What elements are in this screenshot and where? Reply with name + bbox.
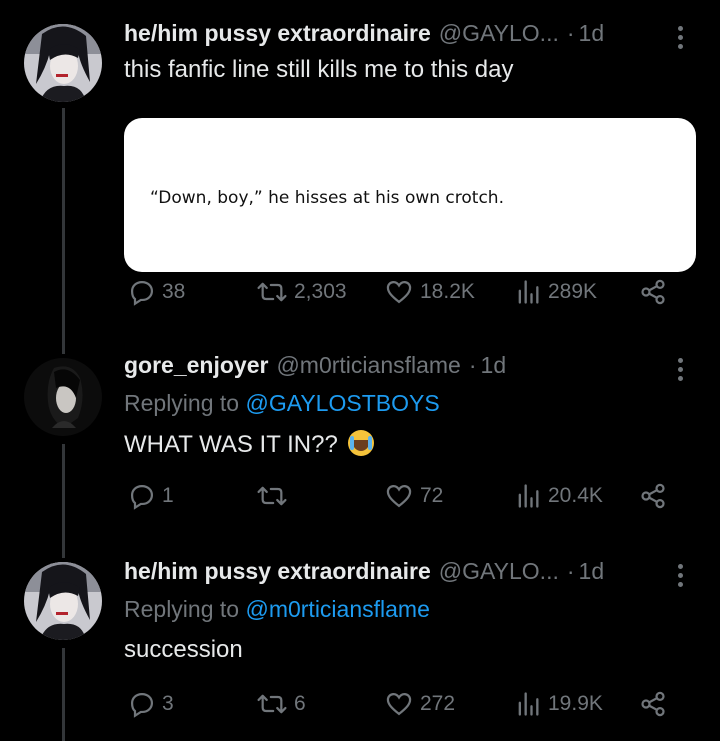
views-icon [518, 280, 539, 304]
timestamp[interactable]: 1d [481, 352, 507, 379]
reply-icon [130, 280, 154, 306]
reply-count: 3 [162, 692, 174, 715]
avatar[interactable] [24, 24, 102, 102]
tweet[interactable]: gore_enjoyer @m0rticiansflame · 1d Reply… [0, 352, 720, 532]
tweet-text-row: WHAT WAS IT IN?? [124, 430, 375, 459]
action-bar: 38 2,303 18.2K 289K [124, 278, 680, 308]
retweet-icon [257, 694, 287, 714]
share-button[interactable] [638, 482, 668, 510]
views-button[interactable]: 20.4K [514, 482, 603, 510]
retweet-button[interactable]: 2,303 [256, 278, 347, 306]
retweet-count: 6 [294, 692, 306, 715]
display-name[interactable]: gore_enjoyer [124, 352, 268, 379]
retweet-icon [257, 282, 287, 302]
view-count: 289K [548, 280, 598, 303]
reply-button[interactable]: 1 [128, 482, 174, 510]
like-count: 272 [420, 692, 456, 715]
action-bar: 1 72 20.4K [124, 482, 680, 512]
tweet-text: WHAT WAS IT IN?? [124, 431, 338, 458]
views-icon [518, 484, 539, 508]
tweet-header: he/him pussy extraordinaire @GAYLO... · … [124, 558, 670, 592]
loudly-crying-face-icon [348, 430, 375, 456]
reply-icon [130, 484, 154, 510]
like-button[interactable]: 272 [384, 690, 455, 718]
mention-link[interactable]: @GAYLOSTBOYS [245, 390, 439, 416]
replying-to: Replying to @m0rticiansflame [124, 596, 430, 623]
views-button[interactable]: 19.9K [514, 690, 603, 718]
tweet-header: he/him pussy extraordinaire @GAYLO... · … [124, 20, 670, 54]
tweet-text: succession [124, 636, 243, 663]
user-handle[interactable]: @GAYLO... [439, 558, 559, 585]
views-icon [518, 692, 539, 716]
retweet-icon [257, 486, 287, 506]
share-icon [641, 279, 665, 305]
replying-to-label: Replying to [124, 390, 240, 416]
retweet-count: 2,303 [294, 280, 347, 303]
retweet-button[interactable]: 6 [256, 690, 306, 718]
reply-button[interactable]: 38 [128, 278, 185, 306]
card-text: “Down, boy,” he hisses at his own crotch… [150, 188, 504, 208]
share-button[interactable] [638, 690, 668, 718]
user-handle[interactable]: @GAYLO... [439, 20, 559, 47]
replying-to-label: Replying to [124, 596, 240, 622]
heart-icon [386, 484, 412, 508]
tweet[interactable]: he/him pussy extraordinaire @GAYLO... · … [0, 20, 720, 320]
reply-button[interactable]: 3 [128, 690, 174, 718]
mention-link[interactable]: @m0rticiansflame [245, 596, 429, 622]
user-handle[interactable]: @m0rticiansflame [276, 352, 460, 379]
view-count: 20.4K [548, 484, 603, 507]
tweet[interactable]: he/him pussy extraordinaire @GAYLO... · … [0, 558, 720, 741]
like-count: 18.2K [420, 280, 475, 303]
display-name[interactable]: he/him pussy extraordinaire [124, 558, 431, 585]
view-count: 19.9K [548, 692, 603, 715]
timestamp[interactable]: 1d [579, 20, 605, 47]
more-options-icon[interactable] [678, 564, 686, 591]
like-button[interactable]: 18.2K [384, 278, 475, 306]
avatar[interactable] [24, 358, 102, 436]
media-card[interactable]: “Down, boy,” he hisses at his own crotch… [124, 118, 696, 272]
action-bar: 3 6 272 19.9K [124, 690, 680, 720]
like-count: 72 [420, 484, 444, 507]
heart-icon [386, 692, 412, 716]
retweet-button[interactable] [256, 482, 294, 510]
views-button[interactable]: 289K [514, 278, 597, 306]
avatar[interactable] [24, 562, 102, 640]
reply-count: 38 [162, 280, 186, 303]
timestamp[interactable]: 1d [579, 558, 605, 585]
reply-icon [130, 692, 154, 718]
reply-count: 1 [162, 484, 174, 507]
more-options-icon[interactable] [678, 358, 686, 385]
more-options-icon[interactable] [678, 26, 686, 53]
separator-dot: · [468, 352, 477, 378]
display-name[interactable]: he/him pussy extraordinaire [124, 20, 431, 47]
separator-dot: · [566, 558, 575, 584]
share-icon [641, 483, 665, 509]
like-button[interactable]: 72 [384, 482, 443, 510]
share-icon [641, 691, 665, 717]
replying-to: Replying to @GAYLOSTBOYS [124, 390, 440, 417]
tweet-header: gore_enjoyer @m0rticiansflame · 1d [124, 352, 670, 386]
tweet-text: this fanfic line still kills me to this … [124, 56, 514, 83]
heart-icon [386, 280, 412, 304]
separator-dot: · [566, 20, 575, 46]
share-button[interactable] [638, 278, 668, 306]
